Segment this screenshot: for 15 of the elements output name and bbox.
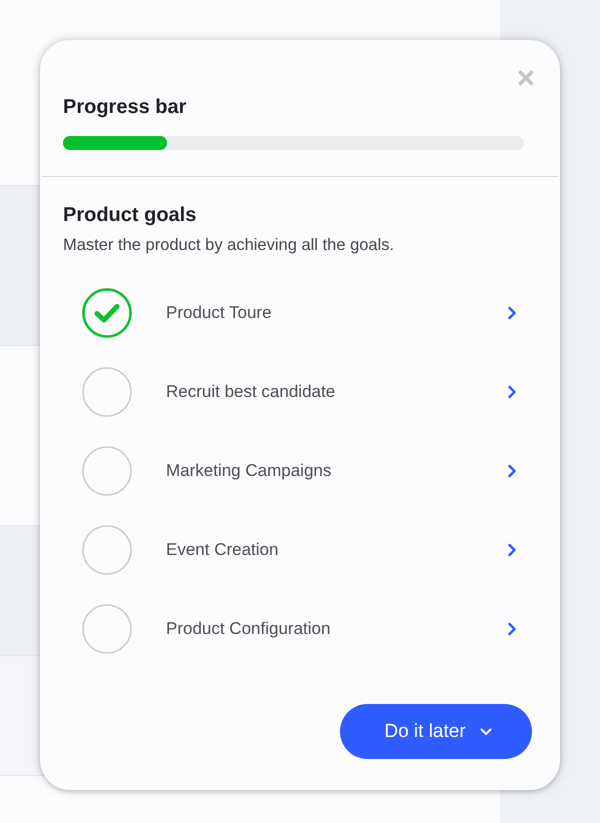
- chevron-right-icon[interactable]: [507, 384, 517, 398]
- goal-label: Event Creation: [166, 540, 280, 560]
- chevron-right-icon[interactable]: [507, 306, 517, 320]
- chevron-down-icon: [480, 728, 492, 736]
- goals-title: Product goals: [63, 203, 198, 228]
- progress-title: Progress bar: [63, 95, 188, 120]
- goal-label: Product Toure: [166, 302, 273, 322]
- chevron-right-icon[interactable]: [507, 622, 517, 636]
- do-it-later-button[interactable]: Do it later: [340, 704, 532, 759]
- chevron-right-icon[interactable]: [507, 464, 517, 478]
- goals-subtitle: Master the product by achieving all the goals.: [63, 235, 396, 256]
- goal-label: Marketing Campaigns: [166, 460, 332, 480]
- goal-label: Recruit best candidate: [166, 382, 336, 402]
- chevron-right-icon[interactable]: [507, 542, 517, 556]
- goal-label: Product Configuration: [166, 618, 332, 638]
